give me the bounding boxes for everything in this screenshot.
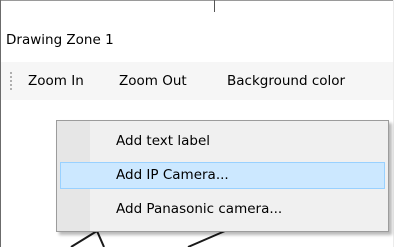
background-color-button[interactable]: Background color xyxy=(227,71,345,91)
canvas-line-left xyxy=(70,230,98,247)
zoom-out-button[interactable]: Zoom Out xyxy=(119,71,187,91)
menu-item-add-ip-camera[interactable]: Add IP Camera... xyxy=(60,162,385,189)
window-top-border xyxy=(0,0,394,1)
menu-item-add-text-label[interactable]: Add text label xyxy=(60,128,385,155)
window-edge-tick xyxy=(214,0,215,12)
zoom-in-button[interactable]: Zoom In xyxy=(28,71,84,91)
toolbar-grip-handle[interactable] xyxy=(9,71,13,92)
context-menu: Add text label Add IP Camera... Add Pana… xyxy=(56,120,389,232)
canvas-line-middle xyxy=(96,230,105,247)
canvas-line-right xyxy=(187,230,226,247)
drawing-zone-title: Drawing Zone 1 xyxy=(6,32,114,48)
toolbar: Zoom In Zoom Out Background color xyxy=(1,62,393,100)
menu-item-add-panasonic-camera[interactable]: Add Panasonic camera... xyxy=(60,196,385,223)
